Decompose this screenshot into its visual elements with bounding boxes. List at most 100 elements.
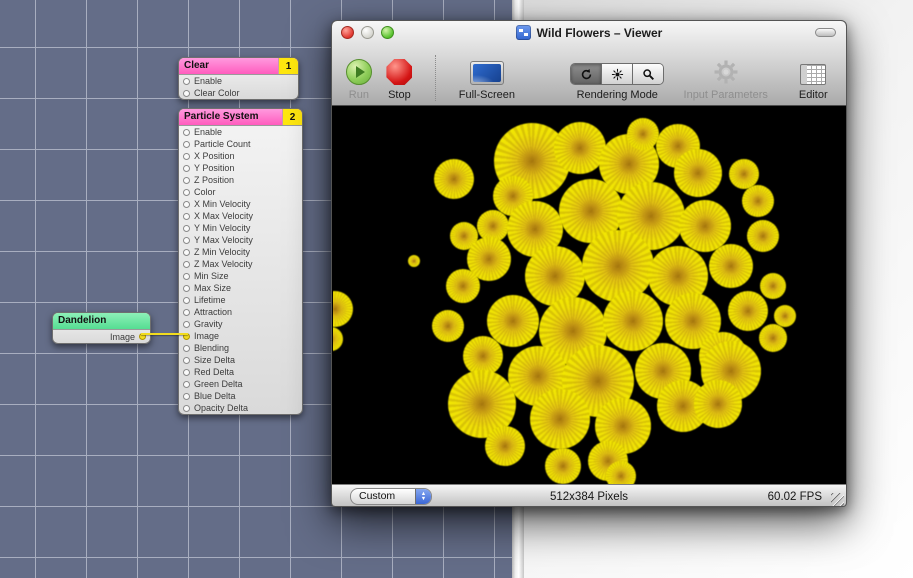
node-header[interactable]: Dandelion xyxy=(53,313,150,330)
port-z-position[interactable]: Z Position xyxy=(179,174,302,186)
run-button[interactable]: Run xyxy=(340,59,378,101)
port-x-position[interactable]: X Position xyxy=(179,150,302,162)
magnifier-icon xyxy=(642,68,655,81)
port-label: Z Max Velocity xyxy=(194,258,253,270)
port-red-delta[interactable]: Red Delta xyxy=(179,366,302,378)
port-dot[interactable] xyxy=(183,213,190,220)
size-preset-popup[interactable]: Custom ▲▼ xyxy=(350,488,432,505)
titlebar[interactable]: Wild Flowers – Viewer xyxy=(332,21,846,44)
port-opacity-delta[interactable]: Opacity Delta xyxy=(179,402,302,414)
port-dot[interactable] xyxy=(183,285,190,292)
render-area xyxy=(333,106,845,484)
port-green-delta[interactable]: Green Delta xyxy=(179,378,302,390)
port-dot[interactable] xyxy=(183,297,190,304)
port-dot[interactable] xyxy=(183,249,190,256)
port-max-size[interactable]: Max Size xyxy=(179,282,302,294)
render-mode-inspect-segment[interactable] xyxy=(633,64,663,84)
viewer-window[interactable]: Wild Flowers – Viewer Run Stop Full-Scre… xyxy=(331,20,847,507)
editor-button[interactable]: Editor xyxy=(793,64,834,101)
port-dot[interactable] xyxy=(183,381,190,388)
port-dot[interactable] xyxy=(183,405,190,412)
render-mode-refresh-segment[interactable] xyxy=(571,64,602,84)
port-dot[interactable] xyxy=(183,345,190,352)
port-dot[interactable] xyxy=(183,153,190,160)
port-dot[interactable] xyxy=(183,309,190,316)
port-dot[interactable] xyxy=(183,90,190,97)
port-dot[interactable] xyxy=(183,357,190,364)
patch-node-dandelion[interactable]: DandelionImage xyxy=(52,312,151,344)
patch-node-clear[interactable]: Clear1EnableClear Color xyxy=(178,57,299,100)
port-enable[interactable]: Enable xyxy=(179,75,298,87)
node-layer-badge: 1 xyxy=(278,58,298,74)
port-y-max-velocity[interactable]: Y Max Velocity xyxy=(179,234,302,246)
port-y-min-velocity[interactable]: Y Min Velocity xyxy=(179,222,302,234)
port-enable[interactable]: Enable xyxy=(179,126,302,138)
port-dot[interactable] xyxy=(183,129,190,136)
port-label: X Max Velocity xyxy=(194,210,253,222)
port-y-position[interactable]: Y Position xyxy=(179,162,302,174)
size-preset-value: Custom xyxy=(351,489,415,504)
minimize-button[interactable] xyxy=(361,26,374,39)
dandelion-flower xyxy=(709,244,753,288)
port-dot[interactable] xyxy=(183,177,190,184)
port-lifetime[interactable]: Lifetime xyxy=(179,294,302,306)
port-color[interactable]: Color xyxy=(179,186,302,198)
fullscreen-label: Full-Screen xyxy=(459,89,515,101)
port-dot[interactable] xyxy=(183,237,190,244)
fullscreen-button[interactable]: Full-Screen xyxy=(450,61,524,101)
port-label: X Min Velocity xyxy=(194,198,251,210)
dandelion-flower xyxy=(759,324,787,352)
port-blue-delta[interactable]: Blue Delta xyxy=(179,390,302,402)
port-dot[interactable] xyxy=(183,141,190,148)
port-gravity[interactable]: Gravity xyxy=(179,318,302,330)
port-dot[interactable] xyxy=(183,261,190,268)
port-label: Particle Count xyxy=(194,138,251,150)
port-dot[interactable] xyxy=(183,321,190,328)
connection-wire-image[interactable] xyxy=(141,333,188,335)
port-x-min-velocity[interactable]: X Min Velocity xyxy=(179,198,302,210)
port-image[interactable]: Image xyxy=(179,330,302,342)
port-size-delta[interactable]: Size Delta xyxy=(179,354,302,366)
port-x-max-velocity[interactable]: X Max Velocity xyxy=(179,210,302,222)
port-attraction[interactable]: Attraction xyxy=(179,306,302,318)
port-label: Enable xyxy=(194,75,222,87)
port-min-size[interactable]: Min Size xyxy=(179,270,302,282)
port-dot[interactable] xyxy=(183,273,190,280)
port-dot[interactable] xyxy=(183,201,190,208)
node-header[interactable]: Particle System2 xyxy=(179,109,302,126)
port-dot[interactable] xyxy=(183,393,190,400)
input-parameters-button[interactable]: Input Parameters xyxy=(673,59,779,101)
window-chrome: Wild Flowers – Viewer Run Stop Full-Scre… xyxy=(332,21,846,106)
port-dot[interactable] xyxy=(183,78,190,85)
popup-stepper-icon: ▲▼ xyxy=(415,489,431,504)
fps-text: 60.02 FPS xyxy=(768,491,836,503)
close-button[interactable] xyxy=(341,26,354,39)
status-bar: Custom ▲▼ 512x384 Pixels 60.02 FPS xyxy=(332,484,846,507)
port-z-max-velocity[interactable]: Z Max Velocity xyxy=(179,258,302,270)
patch-node-particle-system[interactable]: Particle System2EnableParticle CountX Po… xyxy=(178,108,303,415)
port-label: Y Max Velocity xyxy=(194,234,253,246)
port-particle-count[interactable]: Particle Count xyxy=(179,138,302,150)
port-z-min-velocity[interactable]: Z Min Velocity xyxy=(179,246,302,258)
port-clear-color[interactable]: Clear Color xyxy=(179,87,298,99)
port-image[interactable]: Image xyxy=(53,330,150,343)
toolbar-toggle-button[interactable] xyxy=(815,28,836,37)
zoom-button[interactable] xyxy=(381,26,394,39)
toolbar-separator xyxy=(435,55,436,101)
dandelion-flower xyxy=(760,273,786,299)
port-label: Lifetime xyxy=(194,294,226,306)
port-dot[interactable] xyxy=(183,369,190,376)
node-header[interactable]: Clear1 xyxy=(179,58,298,75)
port-dot[interactable] xyxy=(183,189,190,196)
port-label: Clear Color xyxy=(194,87,240,99)
port-blending[interactable]: Blending xyxy=(179,342,302,354)
dandelion-flower xyxy=(606,461,636,484)
port-dot[interactable] xyxy=(183,225,190,232)
resize-grip[interactable] xyxy=(831,493,844,506)
dandelion-flower xyxy=(434,159,474,199)
stop-button[interactable]: Stop xyxy=(378,59,421,101)
render-mode-debug-segment[interactable] xyxy=(602,64,633,84)
debug-icon xyxy=(611,68,624,81)
port-dot[interactable] xyxy=(183,165,190,172)
dandelion-flower xyxy=(408,255,420,267)
